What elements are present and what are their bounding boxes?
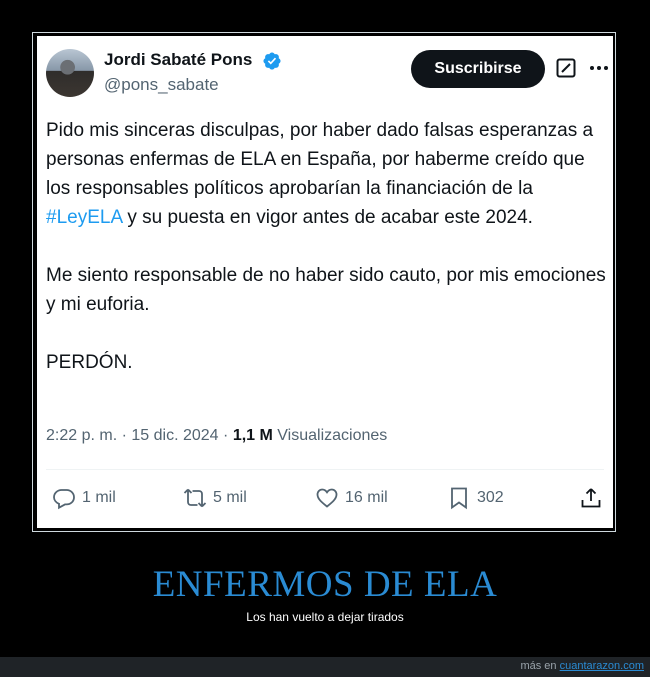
tweet-text: Pido mis sinceras disculpas, por haber d… — [46, 116, 606, 377]
tweet-time[interactable]: 2:22 p. m. — [46, 427, 117, 444]
tweet-date[interactable]: 15 dic. 2024 — [131, 427, 218, 444]
avatar[interactable] — [46, 49, 94, 97]
more-icon[interactable] — [588, 58, 610, 78]
views-label: Visualizaciones — [277, 427, 388, 444]
hashtag-link[interactable]: #LeyELA — [46, 207, 122, 228]
bookmark-count: 302 — [477, 489, 504, 506]
share-button[interactable] — [579, 480, 609, 516]
share-icon — [581, 488, 601, 508]
repost-count: 5 mil — [213, 489, 247, 506]
verified-badge-icon — [263, 52, 281, 70]
reply-icon — [53, 489, 75, 510]
repost-icon — [183, 488, 207, 508]
tweet-paragraph-2: Me siento responsable de no haber sido c… — [46, 265, 606, 315]
reply-button[interactable]: 1 mil — [52, 480, 116, 516]
tweet-paragraph-1: Pido mis sinceras disculpas, por haber d… — [46, 120, 594, 228]
subscribe-button[interactable]: Suscribirse — [411, 50, 545, 88]
like-count: 16 mil — [345, 489, 388, 506]
views-count: 1,1 M — [232, 427, 273, 444]
footer-bar: más en cuantarazon.com — [0, 657, 650, 677]
repost-button[interactable]: 5 mil — [183, 480, 247, 516]
reply-count: 1 mil — [82, 489, 116, 506]
bookmark-button[interactable]: 302 — [447, 480, 504, 516]
grok-icon[interactable] — [556, 58, 576, 78]
tweet-card: Jordi Sabaté Pons @pons_sabate Suscribir… — [37, 36, 613, 528]
bookmark-icon — [451, 487, 467, 510]
like-button[interactable]: 16 mil — [315, 480, 388, 516]
tweet-meta: 2:22 p. m. · 15 dic. 2024 · 1,1 M Visual… — [46, 427, 388, 444]
tweet-actions: 1 mil 5 mil 16 mil 302 — [37, 480, 613, 516]
caption-title: ENFERMOS DE ELA — [152, 564, 498, 605]
like-icon — [316, 488, 338, 508]
tweet-paragraph-3: PERDÓN. — [46, 352, 133, 373]
footer-prefix: más en — [520, 660, 557, 672]
footer-text: más en cuantarazon.com — [520, 660, 644, 672]
author-handle[interactable]: @pons_sabate — [104, 75, 219, 95]
author-name[interactable]: Jordi Sabaté Pons — [104, 50, 252, 70]
divider — [46, 469, 604, 470]
site-link[interactable]: cuantarazon.com — [560, 660, 644, 672]
caption-subtitle: Los han vuelto a dejar tirados — [246, 610, 404, 624]
